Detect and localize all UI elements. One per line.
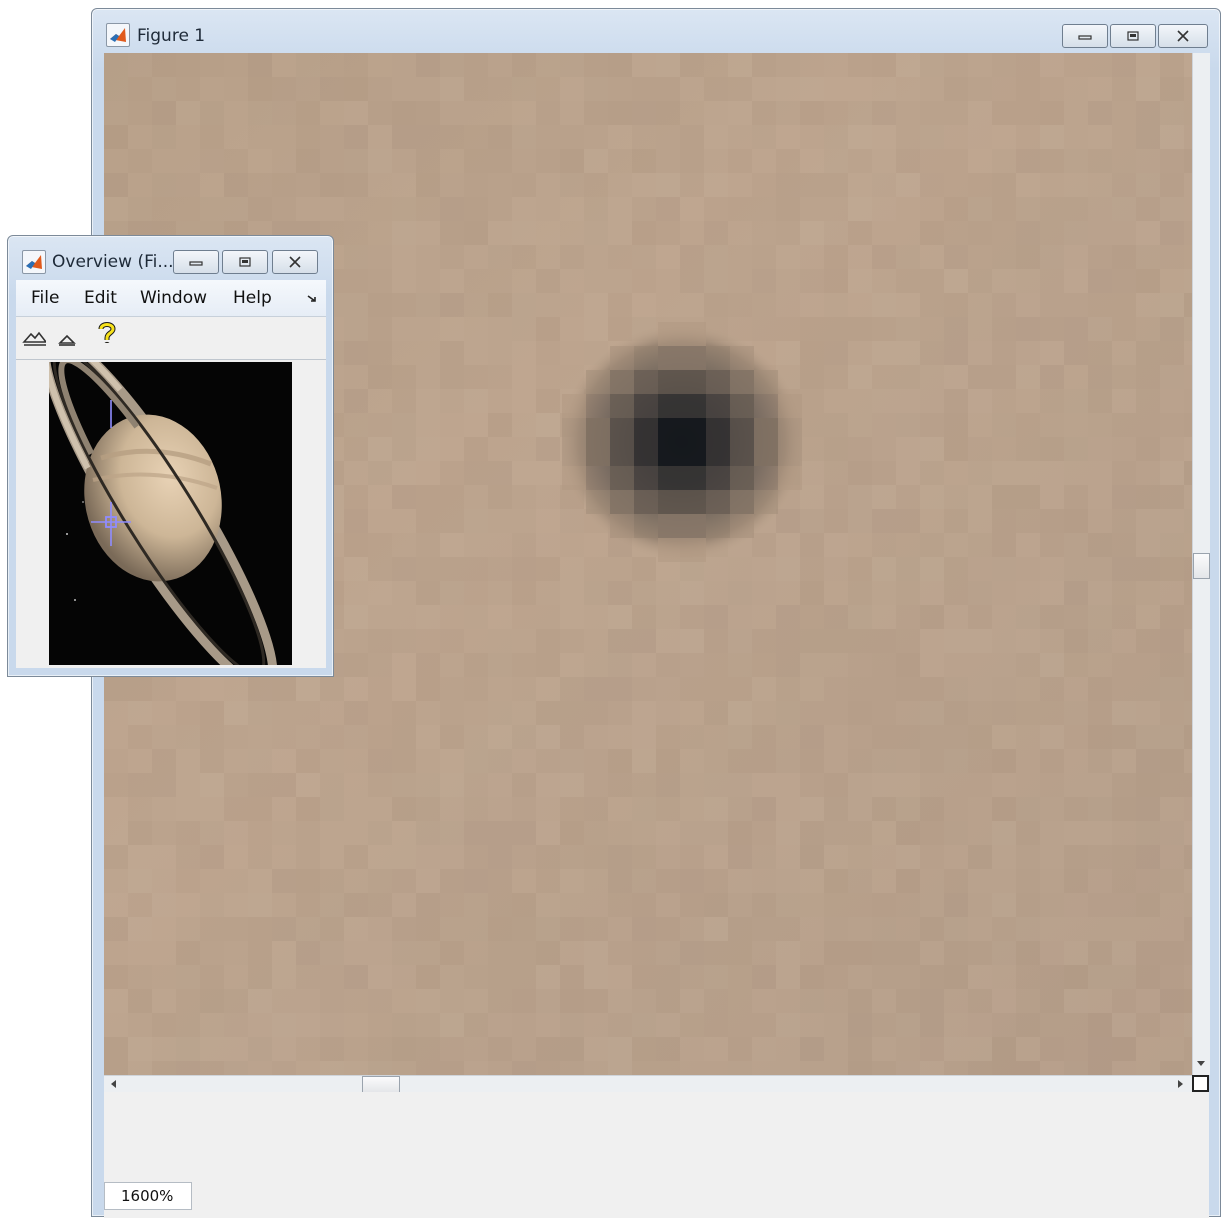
scroll-left-arrow-icon[interactable]	[106, 1076, 122, 1092]
zoom-out-icon[interactable]	[56, 327, 80, 349]
saturn-thumbnail	[49, 362, 292, 665]
zoom-in-icon[interactable]	[22, 327, 46, 349]
overview-menubar: File Edit Window Help	[16, 280, 326, 317]
overview-minimize-button[interactable]	[173, 250, 219, 274]
overview-image[interactable]	[49, 362, 292, 665]
scroll-right-arrow-icon[interactable]	[1172, 1076, 1188, 1092]
menu-window[interactable]: Window	[140, 288, 207, 308]
restore-icon	[239, 257, 251, 267]
minimize-button[interactable]	[1062, 24, 1108, 48]
overview-close-button[interactable]	[272, 250, 318, 274]
scroll-down-arrow-icon[interactable]	[1193, 1055, 1209, 1071]
overview-toolbar	[16, 317, 326, 360]
horizontal-scrollbar[interactable]	[104, 1075, 1192, 1093]
menu-overflow-arrow-icon[interactable]	[306, 294, 318, 304]
overview-title-bar[interactable]: Overview (Fi...	[8, 236, 333, 278]
minimize-icon	[189, 261, 203, 266]
overview-window: Overview (Fi... File Edit Window Help	[7, 235, 334, 677]
horizontal-scroll-thumb[interactable]	[362, 1076, 400, 1093]
close-icon	[1177, 30, 1189, 42]
vertical-scroll-thumb[interactable]	[1193, 553, 1210, 579]
restore-icon	[1127, 31, 1139, 41]
figure-title: Figure 1	[137, 26, 206, 46]
overview-restore-button[interactable]	[222, 250, 268, 274]
zoom-level-readout: 1600%	[104, 1182, 192, 1210]
matlab-logo-icon	[22, 250, 46, 274]
restore-button[interactable]	[1110, 24, 1156, 48]
menu-help[interactable]: Help	[233, 288, 272, 308]
overview-title: Overview (Fi...	[52, 252, 174, 272]
close-icon	[289, 256, 301, 268]
close-button[interactable]	[1158, 24, 1208, 48]
overview-panel	[16, 360, 326, 668]
minimize-icon	[1078, 35, 1092, 40]
status-panel: 1600%	[104, 1092, 1209, 1218]
menu-edit[interactable]: Edit	[84, 288, 117, 308]
figure-title-bar[interactable]: Figure 1	[92, 9, 1220, 51]
scroll-corner	[1192, 1075, 1209, 1092]
matlab-logo-icon	[106, 23, 130, 47]
vertical-scrollbar[interactable]	[1192, 53, 1210, 1075]
menu-file[interactable]: File	[31, 288, 59, 308]
help-icon[interactable]	[96, 321, 120, 343]
